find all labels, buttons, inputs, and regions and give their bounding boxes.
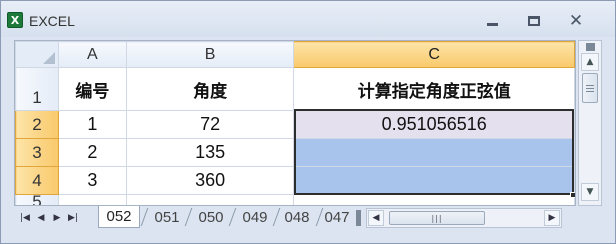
maximize-icon xyxy=(528,16,540,26)
minimize-button[interactable] xyxy=(479,11,505,31)
scroll-up-button[interactable]: ▲ xyxy=(581,53,599,71)
tab-split-handle[interactable] xyxy=(356,210,361,226)
row-header-3[interactable]: 3 xyxy=(15,138,59,167)
grip-icon xyxy=(586,84,594,92)
maximize-button[interactable] xyxy=(521,11,547,31)
scroll-right-button[interactable]: ▶ xyxy=(544,210,560,226)
row-header-1[interactable]: 1 xyxy=(15,67,59,111)
cell-c4[interactable] xyxy=(293,166,575,195)
cell-c5[interactable] xyxy=(293,194,575,205)
sheet-tab-050[interactable]: 050 xyxy=(190,206,232,228)
close-button[interactable]: ✕ xyxy=(563,11,589,31)
excel-window: X EXCEL ✕ A B C 1 编号 角度 计算指定角度正弦值 2 1 72… xyxy=(0,0,616,244)
sheet-tab-051[interactable]: 051 xyxy=(146,206,188,228)
cell-b1[interactable]: 角度 xyxy=(125,67,295,111)
cell-b3[interactable]: 135 xyxy=(125,138,295,167)
cell-b4[interactable]: 360 xyxy=(125,166,295,195)
cell-b2[interactable]: 72 xyxy=(125,110,295,139)
cell-a3[interactable]: 2 xyxy=(57,138,127,167)
cell-c1[interactable]: 计算指定角度正弦值 xyxy=(293,67,575,111)
chevron-up-icon: ▲ xyxy=(586,57,594,67)
cell-c3[interactable] xyxy=(293,138,575,167)
excel-icon: X xyxy=(7,12,23,28)
sheet-tab-048[interactable]: 048 xyxy=(276,206,318,228)
worksheet-grid[interactable]: A B C 1 编号 角度 计算指定角度正弦值 2 1 72 0.9510565… xyxy=(14,40,576,206)
cell-a4[interactable]: 3 xyxy=(57,166,127,195)
fill-handle[interactable] xyxy=(570,192,575,198)
cell-c2[interactable]: 0.951056516 xyxy=(293,110,575,139)
row-header-4[interactable]: 4 xyxy=(15,166,59,195)
sheet-tab-047[interactable]: 047 xyxy=(318,206,356,228)
prev-sheet-button[interactable]: ◀ xyxy=(34,211,48,225)
column-header-c[interactable]: C xyxy=(293,41,575,68)
title-bar: X EXCEL ✕ xyxy=(1,1,615,37)
column-header-a[interactable]: A xyxy=(57,41,127,68)
horizontal-scroll-thumb[interactable]: ||| xyxy=(389,211,485,225)
select-all-corner[interactable] xyxy=(15,41,59,68)
horizontal-scrollbar[interactable]: ◀ ||| ▶ xyxy=(366,208,562,228)
cell-b5[interactable] xyxy=(125,194,295,205)
sheet-tab-bar: |◀ ◀ ▶ ▶| 052 051 050 049 048 047 ◀ ||| … xyxy=(14,206,602,230)
last-sheet-button[interactable]: ▶| xyxy=(66,211,80,225)
row-header-5[interactable]: 5 xyxy=(15,193,59,205)
chevron-left-icon: ◀ xyxy=(372,213,380,223)
scroll-left-button[interactable]: ◀ xyxy=(368,210,384,226)
row-header-2[interactable]: 2 xyxy=(15,110,59,139)
minimize-icon xyxy=(486,22,498,26)
grip-icon: ||| xyxy=(431,213,443,223)
cell-a1[interactable]: 编号 xyxy=(57,67,127,111)
chevron-right-icon: ▶ xyxy=(548,213,556,223)
window-title: EXCEL xyxy=(29,13,75,29)
chevron-down-icon: ▼ xyxy=(586,187,594,197)
close-icon: ✕ xyxy=(568,11,584,31)
sheet-tab-052[interactable]: 052 xyxy=(98,206,140,228)
next-sheet-button[interactable]: ▶ xyxy=(50,211,64,225)
vertical-split-handle[interactable] xyxy=(586,43,595,51)
sheet-tab-049[interactable]: 049 xyxy=(234,206,276,228)
cell-a2[interactable]: 1 xyxy=(57,110,127,139)
scroll-down-button[interactable]: ▼ xyxy=(581,183,599,201)
sheet-table: A B C 1 编号 角度 计算指定角度正弦值 2 1 72 0.9510565… xyxy=(15,41,575,205)
column-header-b[interactable]: B xyxy=(125,41,295,68)
select-all-icon xyxy=(42,52,55,64)
vertical-scrollbar[interactable]: ▲ ▼ xyxy=(578,40,602,206)
vertical-scroll-thumb[interactable] xyxy=(582,73,598,103)
cell-a5[interactable] xyxy=(57,194,127,205)
first-sheet-button[interactable]: |◀ xyxy=(18,211,32,225)
